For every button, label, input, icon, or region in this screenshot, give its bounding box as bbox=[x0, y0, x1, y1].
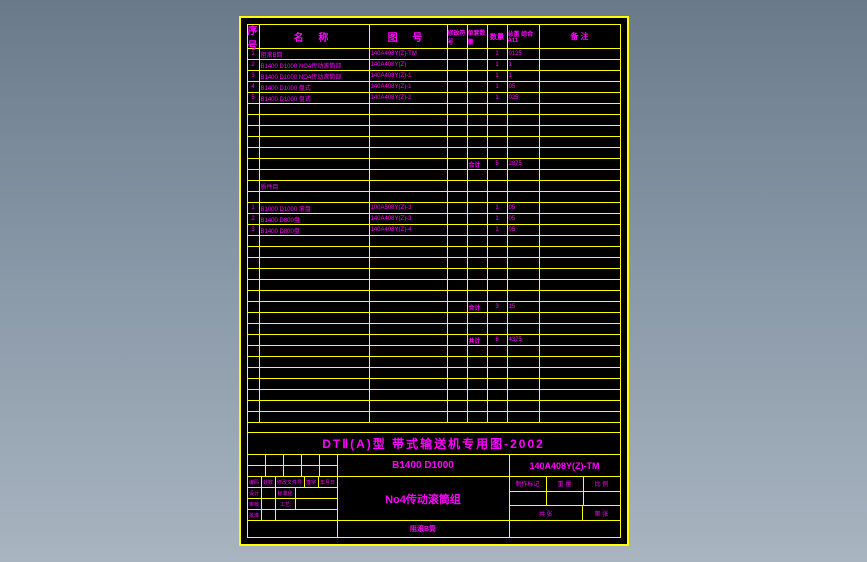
table-row bbox=[248, 269, 620, 280]
table-row bbox=[248, 401, 620, 412]
table-row: 合计52875 bbox=[248, 159, 620, 170]
rev-grid-top bbox=[248, 455, 338, 476]
table-row bbox=[248, 148, 620, 159]
assembly-name: No4传动滚筒组 bbox=[338, 477, 510, 520]
footer-company: 阻滚B筒 bbox=[338, 521, 510, 537]
table-row bbox=[248, 390, 620, 401]
table-row: 3B1400 D800盘140A408Y(Z)-4105 bbox=[248, 225, 620, 236]
table-row: 质件目 bbox=[248, 181, 620, 192]
table-row bbox=[248, 368, 620, 379]
footer-left bbox=[248, 521, 338, 537]
table-row bbox=[248, 236, 620, 247]
title-row-2: 编码处数修改文件号签字年月日 设计标准化 审核工艺 批准 No4传动滚筒组 制作… bbox=[248, 477, 620, 521]
scale-grid: 制作标记重 量比 例 共 张第 张 bbox=[510, 477, 620, 520]
hdr-weight: 总重 综合A11 bbox=[508, 25, 540, 48]
table-row bbox=[248, 357, 620, 368]
table-row: 4B1400 D1000 盘式140A408Y(Z)-1105 bbox=[248, 82, 620, 93]
hdr-name: 名 称 bbox=[260, 25, 370, 48]
footer-right bbox=[510, 521, 620, 537]
table-body: 1阻滚B筒140A408Y(Z)-TM101252B1400 D1000 NO4… bbox=[248, 49, 620, 432]
table-row bbox=[248, 313, 620, 324]
hdr-rev: 修改符号 bbox=[448, 25, 468, 48]
table-row: 2B1400 D800盘140A408Y(Z)-3105 bbox=[248, 214, 620, 225]
title-row-1: B1400 D1000 140A408Y(Z)-TM bbox=[248, 455, 620, 477]
table-row: 合计315 bbox=[248, 302, 620, 313]
table-row: 1阻滚B筒140A408Y(Z)-TM10125 bbox=[248, 49, 620, 60]
table-row bbox=[248, 104, 620, 115]
table-row bbox=[248, 115, 620, 126]
drawing-sheet: 序号 名 称 图 号 修改符号 单套数量 数量 总重 综合A11 备 注 1阻滚… bbox=[239, 16, 629, 546]
hdr-code: 图 号 bbox=[370, 25, 448, 48]
table-row bbox=[248, 324, 620, 335]
table-row bbox=[248, 291, 620, 302]
table-row bbox=[248, 170, 620, 181]
table-row: 3B1400 D1000 NO4传动滚筒部140A408Y(Z)-111 bbox=[248, 71, 620, 82]
table-row bbox=[248, 192, 620, 203]
hdr-remark: 备 注 bbox=[540, 25, 620, 48]
drawing-number: 140A408Y(Z)-TM bbox=[510, 455, 620, 476]
table-row bbox=[248, 379, 620, 390]
table-header: 序号 名 称 图 号 修改符号 单套数量 数量 总重 综合A11 备 注 bbox=[248, 25, 620, 49]
title-footer: 阻滚B筒 bbox=[248, 521, 620, 537]
table-row: 2B1400 D1000 NO4传动滚筒部140A408Y(Z)11 bbox=[248, 60, 620, 71]
hdr-seq: 序号 bbox=[248, 25, 260, 48]
table-row bbox=[248, 126, 620, 137]
table-row bbox=[248, 280, 620, 291]
table-row bbox=[248, 247, 620, 258]
title-block: DTⅡ(A)型 带式输送机专用图-2002 B1400 D1000 140A40… bbox=[248, 432, 620, 537]
table-row: 共计84375 bbox=[248, 335, 620, 346]
signature-grid: 编码处数修改文件号签字年月日 设计标准化 审核工艺 批准 bbox=[248, 477, 338, 520]
table-row bbox=[248, 412, 620, 423]
table-row bbox=[248, 346, 620, 357]
hdr-unit: 单套数量 bbox=[468, 25, 488, 48]
table-row: 1B1000 D1000 滚盘100A508Y(Z)-3105 bbox=[248, 203, 620, 214]
table-row bbox=[248, 137, 620, 148]
table-row: 5B1400 D1000 盘式140A408Y(Z)-21025 bbox=[248, 93, 620, 104]
table-row bbox=[248, 258, 620, 269]
drawing-title: DTⅡ(A)型 带式输送机专用图-2002 bbox=[248, 433, 620, 455]
hdr-qty: 数量 bbox=[488, 25, 508, 48]
drawing-inner: 序号 名 称 图 号 修改符号 单套数量 数量 总重 综合A11 备 注 1阻滚… bbox=[247, 24, 621, 538]
spec-text: B1400 D1000 bbox=[338, 455, 510, 476]
